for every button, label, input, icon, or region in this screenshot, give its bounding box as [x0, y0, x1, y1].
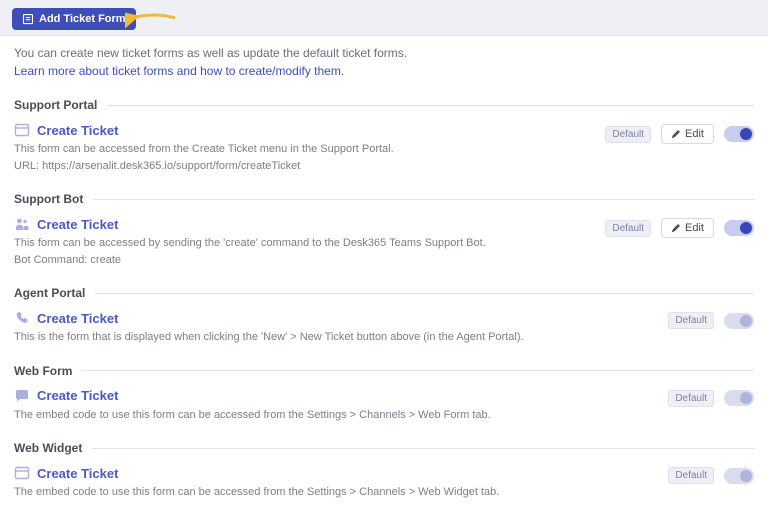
default-badge: Default: [668, 390, 714, 407]
default-badge: Default: [605, 220, 651, 237]
phone-icon: [14, 310, 30, 326]
form-actions: Default: [668, 465, 754, 484]
section: Support Bot Create Ticket This form can …: [14, 192, 754, 268]
form-description: This is the form that is displayed when …: [14, 329, 656, 346]
form-row: Create Ticket This form can be accessed …: [14, 122, 754, 174]
form-name-link[interactable]: Create Ticket: [37, 311, 118, 326]
content-area: You can create new ticket forms as well …: [0, 36, 768, 521]
section-title: Agent Portal: [14, 286, 85, 300]
default-badge: Default: [605, 126, 651, 143]
enable-toggle[interactable]: [724, 390, 754, 406]
form-row: Create Ticket This form can be accessed …: [14, 216, 754, 268]
section-header: Agent Portal: [14, 286, 754, 300]
form-description: This form can be accessed by sending the…: [14, 235, 593, 252]
form-row: Create Ticket The embed code to use this…: [14, 388, 754, 424]
form-row: Create Ticket The embed code to use this…: [14, 465, 754, 501]
divider: [82, 370, 754, 371]
form-name-link[interactable]: Create Ticket: [37, 466, 118, 481]
divider: [107, 105, 754, 106]
form-description: This form can be accessed from the Creat…: [14, 141, 593, 158]
form-name-link[interactable]: Create Ticket: [37, 388, 118, 403]
window-icon: [14, 465, 30, 481]
edit-button[interactable]: Edit: [661, 124, 714, 144]
form-actions: Default: [668, 310, 754, 329]
form-description: The embed code to use this form can be a…: [14, 484, 656, 501]
form-actions: Default: [668, 388, 754, 407]
section: Support Portal Create Ticket This form c…: [14, 98, 754, 174]
divider: [93, 199, 754, 200]
enable-toggle[interactable]: [724, 313, 754, 329]
section: Agent Portal Create Ticket This is the f…: [14, 286, 754, 346]
chat-icon: [14, 388, 30, 404]
form-subline: Bot Command: create: [14, 252, 593, 269]
default-badge: Default: [668, 312, 714, 329]
section-header: Web Form: [14, 364, 754, 378]
section-header: Web Widget: [14, 441, 754, 455]
section: Web Form Create Ticket The embed code to…: [14, 364, 754, 424]
form-actions: Default Edit: [605, 122, 754, 144]
form-row: Create Ticket This is the form that is d…: [14, 310, 754, 346]
enable-toggle[interactable]: [724, 220, 754, 236]
form-actions: Default Edit: [605, 216, 754, 238]
enable-toggle[interactable]: [724, 468, 754, 484]
form-subline: URL: https://arsenalit.desk365.io/suppor…: [14, 158, 593, 175]
divider: [95, 293, 754, 294]
intro-line1: You can create new ticket forms as well …: [14, 46, 407, 60]
form-icon: [22, 13, 34, 25]
add-button-label: Add Ticket Form: [39, 13, 126, 25]
enable-toggle[interactable]: [724, 126, 754, 142]
top-bar: Add Ticket Form: [0, 0, 768, 36]
section-header: Support Bot: [14, 192, 754, 206]
form-name-link[interactable]: Create Ticket: [37, 217, 118, 232]
form-name-link[interactable]: Create Ticket: [37, 123, 118, 138]
window-icon: [14, 122, 30, 138]
form-description: The embed code to use this form can be a…: [14, 407, 656, 424]
learn-more-link[interactable]: Learn more about ticket forms and how to…: [14, 64, 344, 78]
section-header: Support Portal: [14, 98, 754, 112]
intro-text: You can create new ticket forms as well …: [14, 44, 754, 80]
section-title: Support Bot: [14, 192, 83, 206]
teams-icon: [14, 216, 30, 232]
section-title: Web Widget: [14, 441, 82, 455]
divider: [92, 448, 754, 449]
section-title: Support Portal: [14, 98, 97, 112]
section-title: Web Form: [14, 364, 72, 378]
add-ticket-form-button[interactable]: Add Ticket Form: [12, 8, 136, 30]
default-badge: Default: [668, 467, 714, 484]
callout-arrow: [125, 8, 180, 28]
edit-button[interactable]: Edit: [661, 218, 714, 238]
section: Web Widget Create Ticket The embed code …: [14, 441, 754, 501]
